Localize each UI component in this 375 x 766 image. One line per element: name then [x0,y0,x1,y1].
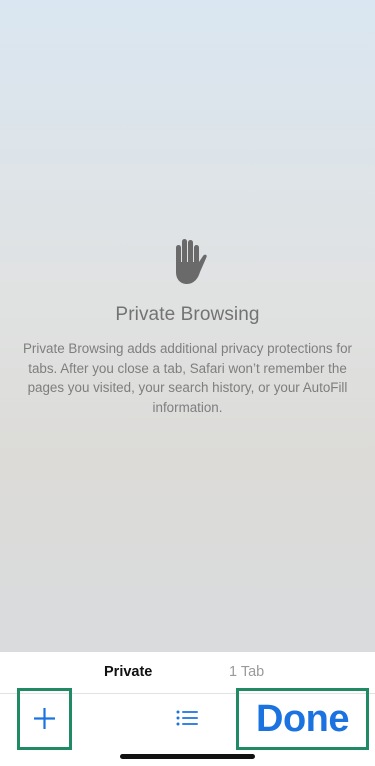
private-browsing-description: Private Browsing adds additional privacy… [23,341,352,415]
private-browsing-empty-state: Private Browsing Private Browsing adds a… [0,0,375,652]
page-title: Private Browsing [115,304,260,325]
new-tab-button[interactable] [17,688,72,750]
safari-private-tabs-screen: Private Browsing Private Browsing adds a… [0,0,375,766]
done-button[interactable]: Done [236,688,369,750]
tab-group-tab-count[interactable]: 1 Tab [229,663,264,681]
list-icon[interactable] [176,710,198,726]
home-indicator [120,754,255,759]
tab-group-private[interactable]: Private [104,663,152,681]
hand-raised-icon [176,239,207,284]
plus-icon [34,708,55,729]
